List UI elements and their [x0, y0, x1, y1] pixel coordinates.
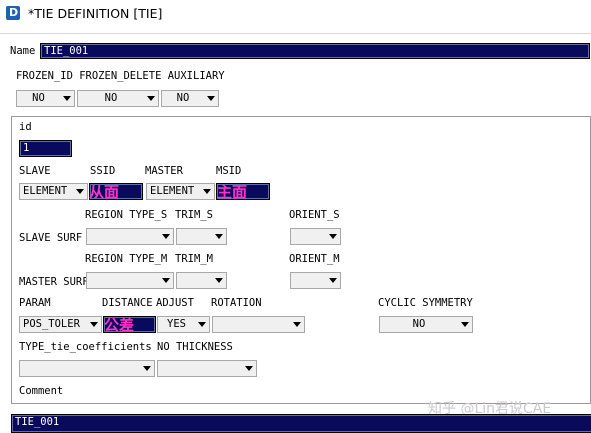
comment-input[interactable]: TIE_001 [11, 414, 591, 433]
window-title: *TIE DEFINITION [TIE] [28, 6, 163, 21]
master-label: MASTER [145, 165, 183, 177]
trim-s-dropdown[interactable] [176, 228, 227, 245]
region-type-s-label: REGION TYPE_S [85, 209, 168, 221]
trim-m-dropdown[interactable] [176, 272, 227, 289]
orient-s-dropdown[interactable] [290, 228, 341, 245]
master-surf-label: MASTER SURF [19, 276, 89, 288]
master-type-dropdown[interactable]: ELEMENT [146, 183, 215, 200]
rotation-label: ROTATION [211, 297, 262, 309]
orient-s-label: ORIENT_S [289, 209, 340, 221]
adjust-dropdown[interactable]: YES [157, 316, 210, 333]
chevron-down-icon [329, 234, 337, 239]
msid-label: MSID [216, 165, 242, 177]
param-label: PARAM [19, 297, 51, 309]
slave-face-annotation: 从面 [89, 183, 120, 201]
region-type-m-dropdown[interactable] [86, 272, 174, 289]
document-icon: D [6, 6, 20, 20]
tolerance-annotation: 公差 [104, 316, 135, 334]
chevron-down-icon [147, 96, 155, 101]
chevron-down-icon [215, 234, 223, 239]
chevron-down-icon [207, 96, 215, 101]
chevron-down-icon [162, 234, 170, 239]
chevron-down-icon [143, 366, 151, 371]
region-type-s-dropdown[interactable] [86, 228, 174, 245]
divider [0, 33, 591, 34]
chevron-down-icon [76, 189, 84, 194]
region-type-m-label: REGION TYPE_M [85, 253, 168, 265]
adjust-label: ADJUST [156, 297, 194, 309]
slave-label: SLAVE [19, 165, 51, 177]
title-bar: D *TIE DEFINITION [TIE] [0, 0, 591, 28]
rotation-dropdown[interactable] [212, 316, 305, 333]
trim-s-label: TRIM_S [175, 209, 213, 221]
master-face-annotation: 主面 [217, 183, 248, 201]
cyclic-symmetry-label: CYCLIC SYMMETRY [378, 297, 473, 309]
chevron-down-icon [293, 322, 301, 327]
auxiliary-dropdown[interactable]: NO [161, 90, 219, 107]
type-tie-coefficients-label: TYPE_tie_coefficients [19, 341, 152, 353]
type-tie-coefficients-dropdown[interactable] [19, 360, 155, 377]
no-thickness-dropdown[interactable] [157, 360, 257, 377]
chevron-down-icon [203, 189, 211, 194]
id-label: id [19, 121, 32, 133]
comment-label: Comment [19, 385, 64, 397]
chevron-down-icon [329, 278, 337, 283]
chevron-down-icon [162, 278, 170, 283]
slave-surf-label: SLAVE SURF [19, 232, 83, 244]
id-input[interactable]: 1 [19, 140, 72, 157]
ssid-label: SSID [90, 165, 116, 177]
orient-m-dropdown[interactable] [290, 272, 341, 289]
distance-label: DISTANCE [102, 297, 153, 309]
trim-m-label: TRIM_M [175, 253, 213, 265]
no-thickness-label: NO THICKNESS [157, 341, 233, 353]
chevron-down-icon [461, 322, 469, 327]
name-input[interactable]: TIE_001 [40, 43, 590, 59]
chevron-down-icon [90, 322, 98, 327]
chevron-down-icon [245, 366, 253, 371]
param-dropdown[interactable]: POS_TOLER [19, 316, 102, 333]
cyclic-symmetry-dropdown[interactable]: NO [379, 316, 473, 333]
chevron-down-icon [63, 96, 71, 101]
name-label: Name [10, 45, 36, 57]
chevron-down-icon [198, 322, 206, 327]
flags-header: FROZEN_ID FROZEN_DELETE AUXILIARY [16, 70, 225, 82]
orient-m-label: ORIENT_M [289, 253, 340, 265]
chevron-down-icon [215, 278, 223, 283]
frozen-delete-dropdown[interactable]: NO [77, 90, 159, 107]
frozen-id-dropdown[interactable]: NO [16, 90, 75, 107]
slave-type-dropdown[interactable]: ELEMENT [19, 183, 88, 200]
